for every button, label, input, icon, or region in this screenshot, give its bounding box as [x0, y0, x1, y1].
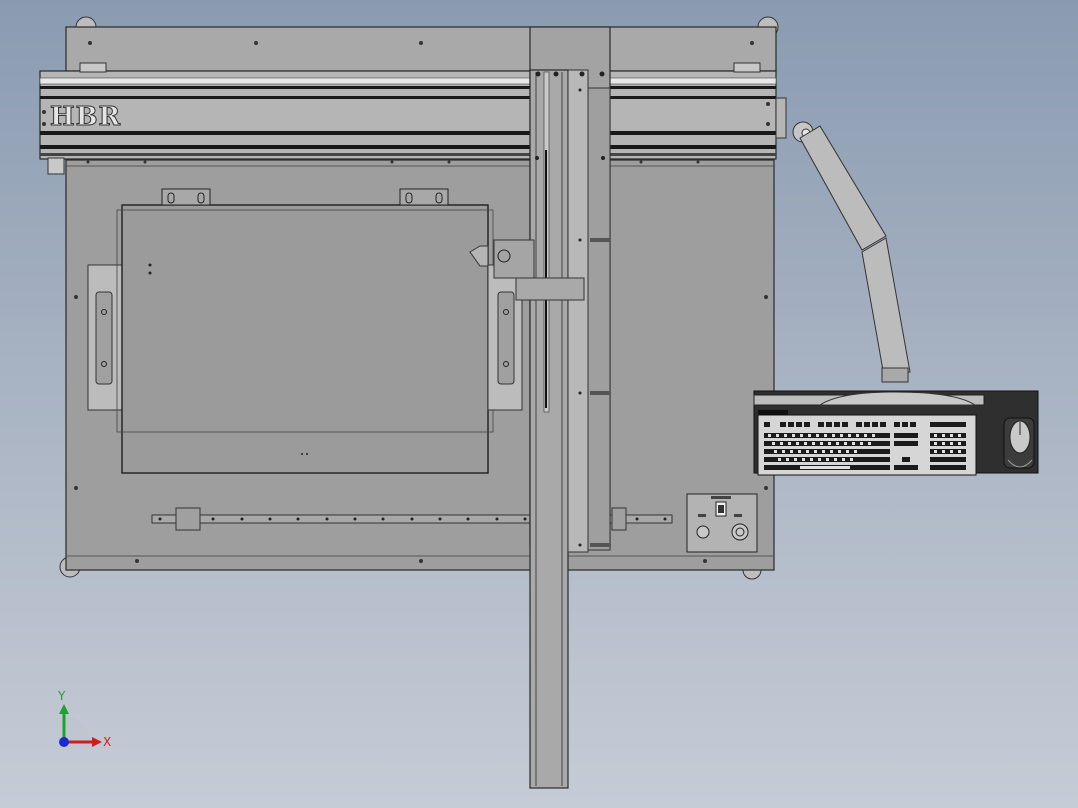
triad-x-label: X — [103, 735, 111, 749]
triad-y-label: Y — [57, 689, 66, 703]
knob-icon[interactable] — [696, 525, 710, 539]
keyboard-tray — [753, 390, 1039, 476]
keyboard-icon — [757, 414, 977, 476]
keyboard-arm — [775, 97, 911, 383]
x-rail-beam: HBR — [39, 62, 777, 175]
cad-viewport[interactable]: HBR Y X — [0, 0, 1078, 808]
knob-icon[interactable] — [731, 523, 749, 541]
brand-logo: HBR — [50, 102, 121, 132]
mouse-icon — [1003, 417, 1035, 469]
control-panel — [686, 493, 758, 553]
xyz-triad-icon: Y X — [57, 689, 111, 749]
work-table — [87, 188, 523, 474]
